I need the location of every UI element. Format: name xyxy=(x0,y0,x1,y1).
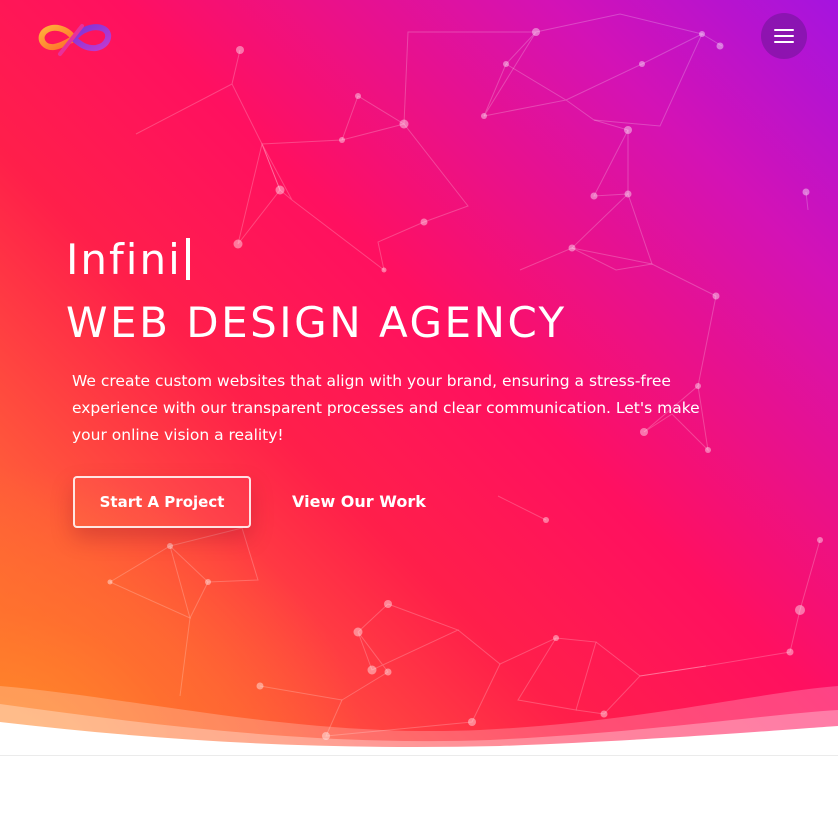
section-divider xyxy=(0,755,838,756)
start-project-button[interactable]: Start A Project xyxy=(73,476,251,528)
view-our-work-link[interactable]: View Our Work xyxy=(292,490,426,514)
brand-name: Infini xyxy=(66,235,182,284)
typing-caret xyxy=(185,238,190,280)
hero-description: We create custom websites that align wit… xyxy=(72,372,700,444)
hamburger-menu-icon xyxy=(774,28,794,44)
hero-bottom-wave xyxy=(0,686,838,760)
hero-tagline: WEB DESIGN AGENCY xyxy=(66,298,567,347)
hero-brand-heading: Infini xyxy=(66,232,190,288)
infinity-logo[interactable] xyxy=(38,20,114,58)
hero-section: Infini WEB DESIGN AGENCY We create custo… xyxy=(0,0,838,760)
menu-button[interactable] xyxy=(761,13,807,59)
